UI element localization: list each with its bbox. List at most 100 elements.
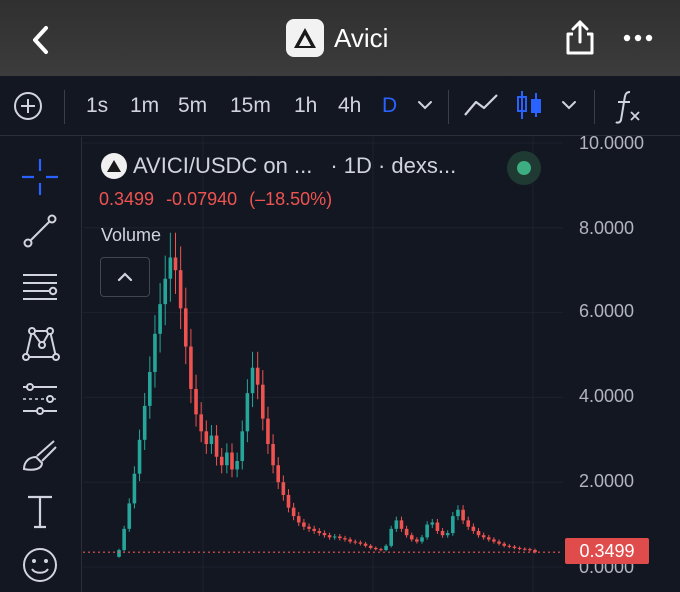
text-tool-icon[interactable] xyxy=(18,489,62,533)
symbol-meta: · 1D · dexs... xyxy=(330,153,457,178)
last-price: 0.3499 xyxy=(99,189,155,209)
candle-body xyxy=(363,543,368,546)
candle-body xyxy=(327,535,332,538)
candle-body xyxy=(338,536,342,539)
candle-body xyxy=(117,550,121,557)
candle-body xyxy=(302,522,306,527)
chart-toolbar: 1s 1m 5m 15m 1h 4h D xyxy=(0,76,680,136)
volume-indicator-label[interactable]: Volume xyxy=(101,225,161,246)
y-axis-tick: 8.0000 xyxy=(579,218,635,238)
toolbar-divider xyxy=(594,90,595,124)
drawing-tools-sidebar xyxy=(0,137,82,592)
y-axis-tick: 4.0000 xyxy=(579,386,635,406)
candle-body xyxy=(456,509,460,517)
add-circle-icon[interactable] xyxy=(12,90,44,120)
candle-body xyxy=(148,371,152,406)
candle-body xyxy=(502,543,506,546)
candle-body xyxy=(230,452,234,470)
avici-logo-icon xyxy=(286,19,324,57)
interval-1m[interactable]: 1m xyxy=(130,92,159,120)
candle-body xyxy=(199,414,203,432)
interval-4h[interactable]: 4h xyxy=(338,92,361,120)
candle-body xyxy=(486,537,491,540)
crosshair-icon[interactable] xyxy=(18,155,62,199)
candle-body xyxy=(322,533,327,536)
market-status-dot xyxy=(517,161,531,175)
indicators-fx-icon[interactable] xyxy=(612,88,646,124)
candlestick-icon[interactable] xyxy=(514,88,544,119)
candle-body xyxy=(343,538,347,540)
candle-body xyxy=(271,444,275,466)
interval-d-active[interactable]: D xyxy=(382,92,397,120)
candle-body xyxy=(379,549,383,551)
candle-body xyxy=(127,503,132,529)
candle-body xyxy=(225,452,229,466)
candle-body xyxy=(415,539,419,542)
candle-body xyxy=(163,278,168,305)
candle-body xyxy=(281,482,286,495)
candle-body xyxy=(307,526,311,529)
price-change-pct: (–18.50%) xyxy=(249,189,333,209)
interval-1s[interactable]: 1s xyxy=(86,92,108,120)
candle-body xyxy=(235,461,239,470)
price-readout: 0.3499 -0.07940 (–18.50%) xyxy=(99,189,332,210)
prediction-icon[interactable] xyxy=(18,377,62,421)
candle-body xyxy=(492,539,496,542)
candle-body xyxy=(286,494,291,508)
interval-15m[interactable]: 15m xyxy=(230,92,271,120)
candle-body xyxy=(358,542,363,544)
candle-body xyxy=(266,418,270,445)
candle-body xyxy=(209,435,214,445)
candle-body xyxy=(178,270,183,309)
back-chevron-left-icon[interactable] xyxy=(22,20,62,60)
candle-body xyxy=(507,545,512,547)
chart-type-chevron-down-icon[interactable] xyxy=(558,94,580,122)
symbol-legend[interactable]: AVICI/USDC on ... · 1D · dexs... xyxy=(101,151,456,181)
emoji-icon[interactable] xyxy=(18,543,62,587)
line-chart-icon[interactable] xyxy=(462,90,500,118)
more-dots-icon[interactable] xyxy=(620,24,656,52)
candle-body xyxy=(194,388,198,415)
share-icon[interactable] xyxy=(562,18,598,58)
fib-retracement-icon[interactable] xyxy=(18,265,62,309)
pattern-icon[interactable] xyxy=(18,321,62,365)
symbol-name[interactable]: AVICI/USDC on ... xyxy=(133,153,312,179)
candle-body xyxy=(137,439,142,474)
candle-body xyxy=(261,384,265,419)
candle-body xyxy=(389,528,393,546)
candle-body xyxy=(517,547,522,549)
candle-body xyxy=(173,257,178,271)
price-change: -0.07940 xyxy=(166,189,238,209)
candle-body xyxy=(476,530,481,536)
interval-1h[interactable]: 1h xyxy=(294,92,317,120)
collapse-legend-chevron-up-icon[interactable] xyxy=(100,257,150,297)
candle-body xyxy=(142,405,147,440)
trendline-icon[interactable] xyxy=(18,209,62,253)
candle-body xyxy=(348,539,352,542)
chart-pane[interactable]: AVICI/USDC on ... · 1D · dexs... 0.3499 … xyxy=(83,133,680,592)
candle-body xyxy=(255,367,260,385)
candle-body xyxy=(183,308,188,347)
candle-body xyxy=(219,456,224,466)
candle-body xyxy=(250,367,255,394)
interval-dropdown-chevron-down-icon[interactable] xyxy=(414,94,436,122)
last-price-tag: 0.3499 xyxy=(565,538,649,564)
interval-5m[interactable]: 5m xyxy=(178,92,207,120)
candle-body xyxy=(158,304,162,334)
candle-body xyxy=(132,473,137,504)
candle-body xyxy=(445,533,450,536)
app-header: Avici xyxy=(0,0,680,76)
brush-icon[interactable] xyxy=(18,433,62,477)
candle-body xyxy=(353,541,358,543)
candle-body xyxy=(214,435,219,457)
candle-body xyxy=(384,545,388,551)
candle-body xyxy=(394,520,399,529)
candle-body xyxy=(440,530,445,536)
candle-body xyxy=(481,535,486,538)
candle-body xyxy=(512,546,517,548)
candle-body xyxy=(399,520,404,529)
app-title-group: Avici xyxy=(286,18,388,58)
candle-body xyxy=(153,333,157,372)
candle-body xyxy=(122,528,126,551)
market-status-icon[interactable] xyxy=(507,151,541,185)
